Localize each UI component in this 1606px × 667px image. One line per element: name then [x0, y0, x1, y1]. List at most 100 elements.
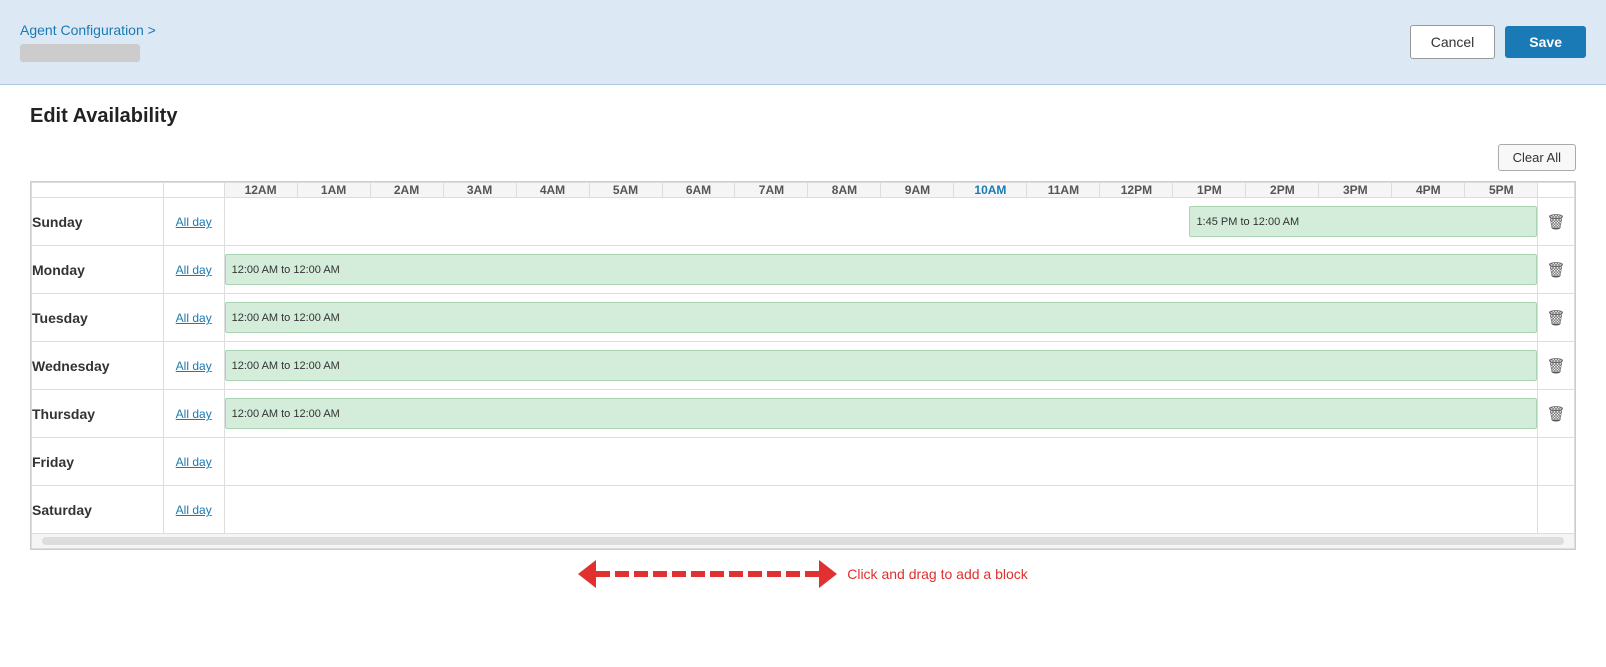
hour-header-2pm: 2PM [1246, 183, 1319, 198]
dash [805, 571, 819, 577]
delete-header [1538, 183, 1575, 198]
drag-hint-text: Click and drag to add a block [847, 566, 1028, 582]
hour-header-12pm: 12PM [1100, 183, 1173, 198]
slots-sunday[interactable]: 1:45 PM to 12:00 AM [224, 198, 1538, 246]
hour-header-1pm: 1PM [1173, 183, 1246, 198]
hour-header-12am: 12AM [224, 183, 297, 198]
day-row-friday: Friday All day [32, 438, 1575, 486]
allday-cell-friday[interactable]: All day [163, 438, 224, 486]
day-row-tuesday: Tuesday All day 12:00 AM to 12:00 AM 🗑 [32, 294, 1575, 342]
dash [691, 571, 705, 577]
scrollbar-track-cell [32, 534, 1575, 549]
slots-tuesday[interactable]: 12:00 AM to 12:00 AM [224, 294, 1538, 342]
allday-cell-saturday[interactable]: All day [163, 486, 224, 534]
agent-name-blurred [20, 44, 140, 62]
delete-cell-sunday[interactable]: 🗑 [1538, 198, 1575, 246]
drag-arrows [578, 560, 837, 588]
dash [786, 571, 800, 577]
allday-cell-thursday[interactable]: All day [163, 390, 224, 438]
hour-header-10am: 10AM [954, 183, 1027, 198]
delete-button-monday[interactable]: 🗑 [1547, 261, 1566, 279]
slots-thursday[interactable]: 12:00 AM to 12:00 AM [224, 390, 1538, 438]
hour-header-4pm: 4PM [1392, 183, 1465, 198]
breadcrumb[interactable]: Agent Configuration > [20, 22, 156, 38]
delete-button-sunday[interactable]: 🗑 [1547, 213, 1566, 231]
main-content: Edit Availability Clear All 12AM1AM2AM3A… [0, 85, 1606, 608]
scrollbar-track[interactable] [42, 537, 1564, 545]
availability-block-thursday[interactable]: 12:00 AM to 12:00 AM [225, 398, 1538, 429]
day-row-thursday: Thursday All day 12:00 AM to 12:00 AM 🗑 [32, 390, 1575, 438]
availability-calendar: 12AM1AM2AM3AM4AM5AM6AM7AM8AM9AM10AM11AM1… [31, 182, 1575, 549]
day-label-wednesday: Wednesday [32, 342, 164, 390]
allday-cell-tuesday[interactable]: All day [163, 294, 224, 342]
allday-cell-wednesday[interactable]: All day [163, 342, 224, 390]
allday-link-tuesday[interactable]: All day [176, 311, 212, 325]
hour-header-11am: 11AM [1027, 183, 1100, 198]
day-row-wednesday: Wednesday All day 12:00 AM to 12:00 AM 🗑 [32, 342, 1575, 390]
delete-cell-saturday [1538, 486, 1575, 534]
allday-cell-sunday[interactable]: All day [163, 198, 224, 246]
hour-header-3pm: 3PM [1319, 183, 1392, 198]
hour-header-7am: 7AM [735, 183, 808, 198]
allday-link-sunday[interactable]: All day [176, 215, 212, 229]
allday-header [163, 183, 224, 198]
day-label-monday: Monday [32, 246, 164, 294]
day-label-sunday: Sunday [32, 198, 164, 246]
hour-header-1am: 1AM [297, 183, 370, 198]
availability-block-wednesday[interactable]: 12:00 AM to 12:00 AM [225, 350, 1538, 381]
clear-all-button[interactable]: Clear All [1498, 144, 1576, 171]
hour-header-9am: 9AM [881, 183, 954, 198]
hour-header-2am: 2AM [370, 183, 443, 198]
delete-button-wednesday[interactable]: 🗑 [1547, 357, 1566, 375]
day-label-saturday: Saturday [32, 486, 164, 534]
hour-header-8am: 8AM [808, 183, 881, 198]
slots-monday[interactable]: 12:00 AM to 12:00 AM [224, 246, 1538, 294]
day-row-saturday: Saturday All day [32, 486, 1575, 534]
dash [767, 571, 781, 577]
dash [653, 571, 667, 577]
availability-block-monday[interactable]: 12:00 AM to 12:00 AM [225, 254, 1538, 285]
allday-link-saturday[interactable]: All day [176, 503, 212, 517]
arrow-left-icon [578, 560, 596, 588]
delete-cell-tuesday[interactable]: 🗑 [1538, 294, 1575, 342]
allday-link-friday[interactable]: All day [176, 455, 212, 469]
slots-friday[interactable] [224, 438, 1538, 486]
slots-wednesday[interactable]: 12:00 AM to 12:00 AM [224, 342, 1538, 390]
allday-link-thursday[interactable]: All day [176, 407, 212, 421]
slots-saturday[interactable] [224, 486, 1538, 534]
scrollbar-row [32, 534, 1575, 549]
hour-header-3am: 3AM [443, 183, 516, 198]
day-row-sunday: Sunday All day 1:45 PM to 12:00 AM 🗑 [32, 198, 1575, 246]
cancel-button[interactable]: Cancel [1410, 25, 1496, 59]
delete-button-tuesday[interactable]: 🗑 [1547, 309, 1566, 327]
page-title: Edit Availability [30, 105, 1576, 128]
hour-header-5am: 5AM [589, 183, 662, 198]
hour-header-5pm: 5PM [1465, 183, 1538, 198]
day-label-header [32, 183, 164, 198]
dash [672, 571, 686, 577]
calendar-wrapper: 12AM1AM2AM3AM4AM5AM6AM7AM8AM9AM10AM11AM1… [30, 181, 1576, 550]
save-button[interactable]: Save [1505, 26, 1586, 58]
day-label-thursday: Thursday [32, 390, 164, 438]
hour-header-4am: 4AM [516, 183, 589, 198]
delete-cell-thursday[interactable]: 🗑 [1538, 390, 1575, 438]
availability-block-tuesday[interactable]: 12:00 AM to 12:00 AM [225, 302, 1538, 333]
dash [748, 571, 762, 577]
allday-link-wednesday[interactable]: All day [176, 359, 212, 373]
allday-link-monday[interactable]: All day [176, 263, 212, 277]
hour-header-6am: 6AM [662, 183, 735, 198]
dash [729, 571, 743, 577]
day-label-friday: Friday [32, 438, 164, 486]
allday-cell-monday[interactable]: All day [163, 246, 224, 294]
day-row-monday: Monday All day 12:00 AM to 12:00 AM 🗑 [32, 246, 1575, 294]
dashes [596, 571, 819, 577]
delete-button-thursday[interactable]: 🗑 [1547, 405, 1566, 423]
availability-block-sunday[interactable]: 1:45 PM to 12:00 AM [1189, 206, 1537, 237]
dash [615, 571, 629, 577]
dash [634, 571, 648, 577]
drag-hint: Click and drag to add a block [30, 560, 1576, 588]
day-label-tuesday: Tuesday [32, 294, 164, 342]
dash [596, 571, 610, 577]
delete-cell-monday[interactable]: 🗑 [1538, 246, 1575, 294]
delete-cell-wednesday[interactable]: 🗑 [1538, 342, 1575, 390]
